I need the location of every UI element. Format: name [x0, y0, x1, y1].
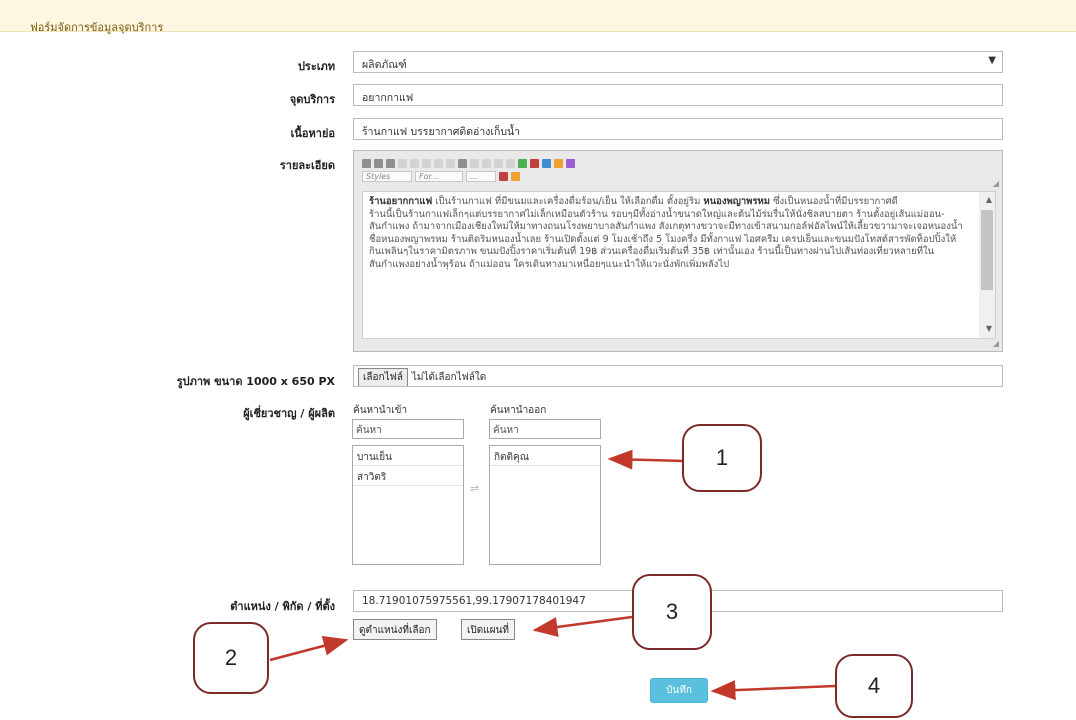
- callout-2: 2: [193, 622, 269, 694]
- callout-2-arrow: [269, 636, 349, 662]
- callout-1-arrow: [607, 449, 685, 470]
- callout-3: 3: [632, 574, 712, 650]
- callout-4-arrow: [710, 680, 836, 701]
- callout-3-arrow: [532, 615, 633, 637]
- callout-4: 4: [835, 654, 913, 718]
- callout-1: 1: [682, 424, 762, 492]
- callout-arrows: [269, 449, 836, 701]
